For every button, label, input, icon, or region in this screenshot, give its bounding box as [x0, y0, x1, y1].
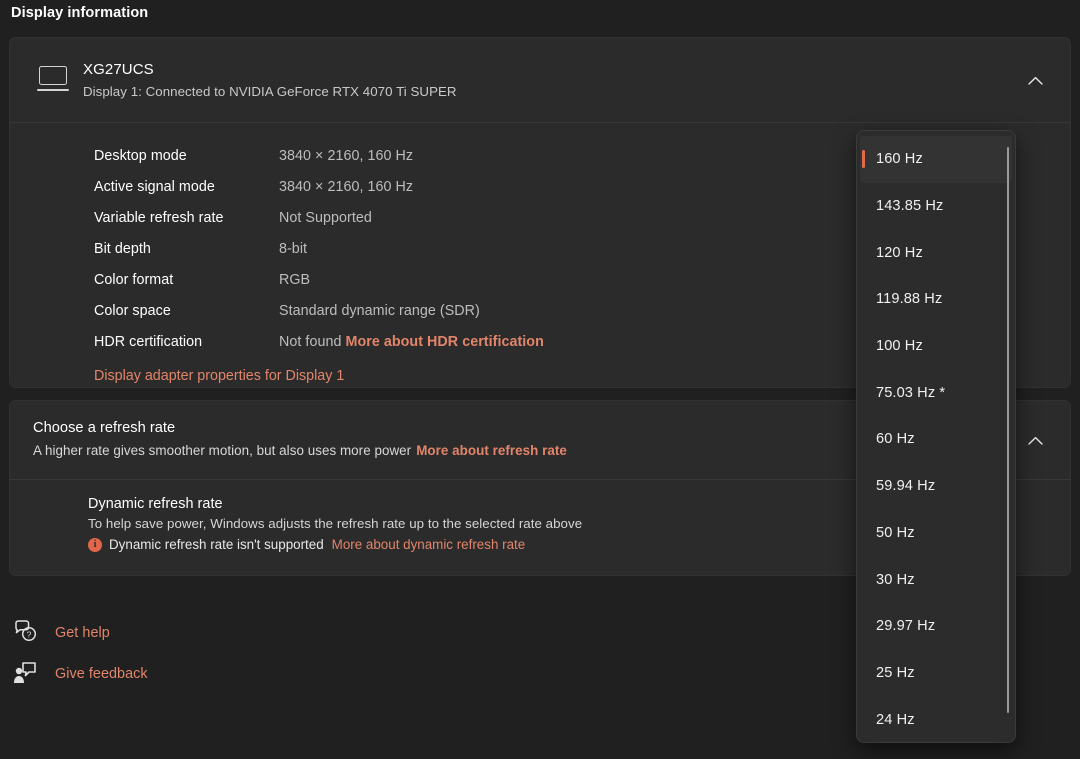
display-header-row[interactable]: XG27UCS Display 1: Connected to NVIDIA G… — [10, 38, 1070, 122]
info-icon: i — [88, 538, 102, 552]
refresh-rate-option[interactable]: 75.03 Hz * — [857, 369, 1015, 416]
collapse-refresh-rate-button[interactable] — [1018, 423, 1052, 457]
refresh-rate-dropdown[interactable]: 160 Hz 143.85 Hz 120 Hz 119.88 Hz 100 Hz… — [856, 130, 1016, 743]
hdr-certification-value: Not found — [279, 334, 341, 350]
dynamic-refresh-rate-status-text: Dynamic refresh rate isn't supported — [109, 537, 324, 552]
give-feedback-icon — [13, 661, 43, 687]
display-name: XG27UCS — [83, 60, 457, 80]
detail-value: RGB — [279, 272, 310, 288]
monitor-icon — [36, 65, 70, 95]
detail-label: Bit depth — [94, 241, 279, 257]
refresh-rate-option[interactable]: 50 Hz — [857, 510, 1015, 557]
refresh-rate-option-list: 160 Hz 143.85 Hz 120 Hz 119.88 Hz 100 Hz… — [857, 131, 1015, 743]
display-adapter-properties-link[interactable]: Display adapter properties for Display 1 — [94, 368, 344, 384]
more-about-dynamic-refresh-rate-link[interactable]: More about dynamic refresh rate — [332, 537, 526, 552]
detail-label: HDR certification — [94, 334, 279, 350]
detail-label: Active signal mode — [94, 179, 279, 195]
detail-label: Color format — [94, 272, 279, 288]
give-feedback-link[interactable]: Give feedback — [9, 653, 409, 694]
give-feedback-label: Give feedback — [55, 666, 148, 682]
more-about-refresh-rate-link[interactable]: More about refresh rate — [416, 443, 567, 458]
page-title: Display information — [11, 5, 148, 21]
get-help-link[interactable]: ? Get help — [9, 612, 409, 653]
detail-label: Color space — [94, 303, 279, 319]
refresh-rate-option[interactable]: 120 Hz — [857, 229, 1015, 276]
get-help-icon: ? — [13, 620, 43, 646]
dropdown-scrollbar[interactable] — [1007, 147, 1010, 713]
chevron-up-icon — [1028, 76, 1043, 85]
refresh-rate-option[interactable]: 25 Hz — [857, 650, 1015, 697]
collapse-display-info-button[interactable] — [1018, 63, 1052, 97]
display-header-text: XG27UCS Display 1: Connected to NVIDIA G… — [83, 60, 457, 101]
refresh-rate-option[interactable]: 160 Hz — [860, 136, 1012, 183]
footer-links: ? Get help Give feedback — [9, 612, 409, 694]
refresh-rate-option[interactable]: 24 Hz — [857, 696, 1015, 743]
detail-value: 8-bit — [279, 241, 307, 257]
refresh-rate-option[interactable]: 59.94 Hz — [857, 463, 1015, 510]
detail-value: Not found More about HDR certification — [279, 334, 544, 350]
hdr-certification-link[interactable]: More about HDR certification — [345, 334, 543, 350]
detail-value: Not Supported — [279, 210, 372, 226]
detail-value: Standard dynamic range (SDR) — [279, 303, 480, 319]
refresh-rate-option[interactable]: 30 Hz — [857, 556, 1015, 603]
detail-label: Variable refresh rate — [94, 210, 279, 226]
refresh-rate-option[interactable]: 100 Hz — [857, 323, 1015, 370]
refresh-rate-option[interactable]: 143.85 Hz — [857, 183, 1015, 230]
refresh-rate-description-text: A higher rate gives smoother motion, but… — [33, 443, 411, 458]
refresh-rate-option[interactable]: 60 Hz — [857, 416, 1015, 463]
detail-label: Desktop mode — [94, 148, 279, 164]
detail-value: 3840 × 2160, 160 Hz — [279, 148, 413, 164]
detail-value: 3840 × 2160, 160 Hz — [279, 179, 413, 195]
get-help-label: Get help — [55, 625, 110, 641]
refresh-rate-option[interactable]: 119.88 Hz — [857, 276, 1015, 323]
svg-text:?: ? — [27, 629, 32, 639]
refresh-rate-option[interactable]: 29.97 Hz — [857, 603, 1015, 650]
display-connection: Display 1: Connected to NVIDIA GeForce R… — [83, 82, 457, 101]
chevron-up-icon — [1028, 436, 1043, 445]
